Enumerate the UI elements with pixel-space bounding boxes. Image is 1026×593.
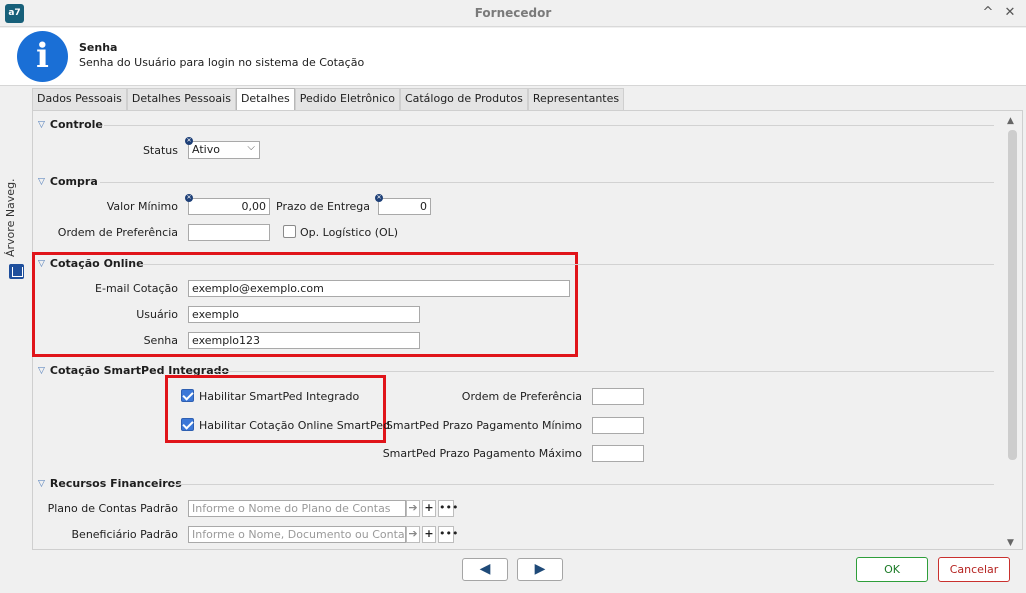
prazo-entrega-input[interactable]: 0	[378, 198, 431, 215]
status-select[interactable]: Ativo ⌵	[188, 141, 260, 159]
divider	[172, 484, 994, 485]
beneficiario-input[interactable]: Informe o Nome, Documento ou Contato	[188, 526, 406, 543]
op-logistico-checkbox[interactable]	[283, 225, 296, 238]
tab-representantes[interactable]: Representantes	[527, 88, 625, 110]
more-icon[interactable]: •••	[438, 526, 458, 543]
scroll-down-icon[interactable]: ▼	[1007, 538, 1014, 548]
prazo-min-label: SmartPed Prazo Pagamento Mínimo	[385, 419, 582, 432]
email-cotacao-input[interactable]: exemplo@exemplo.com	[188, 280, 570, 297]
info-icon: i	[17, 31, 68, 82]
navigation-tree-label[interactable]: Árvore Naveg.	[4, 178, 17, 257]
more-icon[interactable]: •••	[438, 500, 458, 517]
prazo-min-input[interactable]	[592, 417, 644, 434]
habilitar-smartped-label[interactable]: Habilitar SmartPed Integrado	[199, 390, 359, 403]
add-icon[interactable]: +	[422, 500, 436, 517]
header-title: Senha	[79, 41, 118, 54]
status-value: Ativo	[192, 143, 220, 156]
tab-detalhes[interactable]: Detalhes	[235, 88, 295, 111]
valor-minimo-input[interactable]: 0,00	[188, 198, 270, 215]
collapse-icon[interactable]: ▽	[38, 177, 45, 187]
valor-minimo-label: Valor Mínimo	[106, 200, 178, 213]
minimize-icon[interactable]: ^	[978, 3, 998, 23]
collapse-icon[interactable]: ▽	[38, 479, 45, 489]
prazo-entrega-label: Prazo de Entrega	[276, 200, 370, 213]
required-icon: ✕	[185, 137, 193, 145]
prazo-max-label: SmartPed Prazo Pagamento Máximo	[382, 447, 582, 460]
section-title: Controle	[49, 118, 103, 131]
vertical-scrollbar[interactable]: ▲ ▼	[1007, 116, 1019, 548]
beneficiario-label: Beneficiário Padrão	[71, 528, 179, 541]
required-icon: ✕	[375, 194, 383, 202]
navigation-tree-strip[interactable]: Árvore Naveg.	[0, 87, 30, 557]
navigation-tree-icon[interactable]	[9, 264, 24, 279]
arrow-right-icon[interactable]: ➔	[406, 500, 420, 517]
section-title: Cotação Online	[49, 257, 144, 270]
habilitar-cotacao-online-label[interactable]: Habilitar Cotação Online SmartPed	[199, 419, 390, 432]
email-cotacao-label: E-mail Cotação	[95, 282, 178, 295]
habilitar-smartped-checkbox[interactable]	[181, 389, 194, 402]
tab-catalogo-produtos[interactable]: Catálogo de Produtos	[399, 88, 528, 110]
tab-dados-pessoais[interactable]: Dados Pessoais	[32, 88, 127, 110]
previous-button[interactable]: ◀	[462, 558, 508, 581]
collapse-icon[interactable]: ▽	[38, 259, 45, 269]
tab-bar: Dados Pessoais Detalhes Pessoais Detalhe…	[32, 88, 625, 111]
divider	[214, 371, 994, 372]
prazo-max-input[interactable]	[592, 445, 644, 462]
section-recursos-financeiros[interactable]: ▽ Recursos Financeiros	[38, 477, 182, 490]
usuario-label: Usuário	[136, 308, 178, 321]
senha-input[interactable]: exemplo123	[188, 332, 420, 349]
divider	[140, 264, 994, 265]
usuario-input[interactable]: exemplo	[188, 306, 420, 323]
scroll-thumb[interactable]	[1008, 130, 1017, 460]
smartped-ordem-label: Ordem de Preferência	[461, 390, 582, 403]
header-subtitle: Senha do Usuário para login no sistema d…	[79, 56, 365, 69]
divider	[104, 125, 994, 126]
tab-detalhes-pessoais[interactable]: Detalhes Pessoais	[126, 88, 236, 110]
habilitar-cotacao-online-checkbox[interactable]	[181, 418, 194, 431]
close-icon[interactable]: ✕	[1000, 3, 1020, 23]
tab-pedido-eletronico[interactable]: Pedido Eletrônico	[294, 88, 400, 110]
chevron-down-icon: ⌵	[247, 142, 255, 153]
cancel-button[interactable]: Cancelar	[938, 557, 1010, 582]
divider	[100, 182, 994, 183]
window-title: Fornecedor	[474, 6, 552, 20]
section-title: Recursos Financeiros	[49, 477, 182, 490]
scroll-up-icon[interactable]: ▲	[1007, 116, 1014, 126]
section-cotacao-online[interactable]: ▽ Cotação Online	[38, 257, 144, 270]
section-compra[interactable]: ▽ Compra	[38, 175, 98, 188]
ordem-preferencia-label: Ordem de Preferência	[57, 226, 178, 239]
collapse-icon[interactable]: ▽	[38, 366, 45, 376]
required-icon: ✕	[185, 194, 193, 202]
plano-contas-label: Plano de Contas Padrão	[47, 502, 178, 515]
senha-label: Senha	[143, 334, 178, 347]
arrow-right-icon[interactable]: ➔	[406, 526, 420, 543]
smartped-ordem-input[interactable]	[592, 388, 644, 405]
plano-contas-input[interactable]: Informe o Nome do Plano de Contas	[188, 500, 406, 517]
title-bar: a7 Fornecedor ^ ✕	[0, 0, 1026, 27]
op-logistico-label[interactable]: Op. Logístico (OL)	[300, 226, 398, 239]
status-label: Status	[142, 144, 178, 157]
add-icon[interactable]: +	[422, 526, 436, 543]
ordem-preferencia-input[interactable]	[188, 224, 270, 241]
section-title: Compra	[49, 175, 98, 188]
collapse-icon[interactable]: ▽	[38, 120, 45, 130]
next-button[interactable]: ▶	[517, 558, 563, 581]
section-controle[interactable]: ▽ Controle	[38, 118, 103, 131]
help-header: i Senha Senha do Usuário para login no s…	[0, 28, 1026, 86]
ok-button[interactable]: OK	[856, 557, 928, 582]
highlight-box	[165, 375, 386, 443]
